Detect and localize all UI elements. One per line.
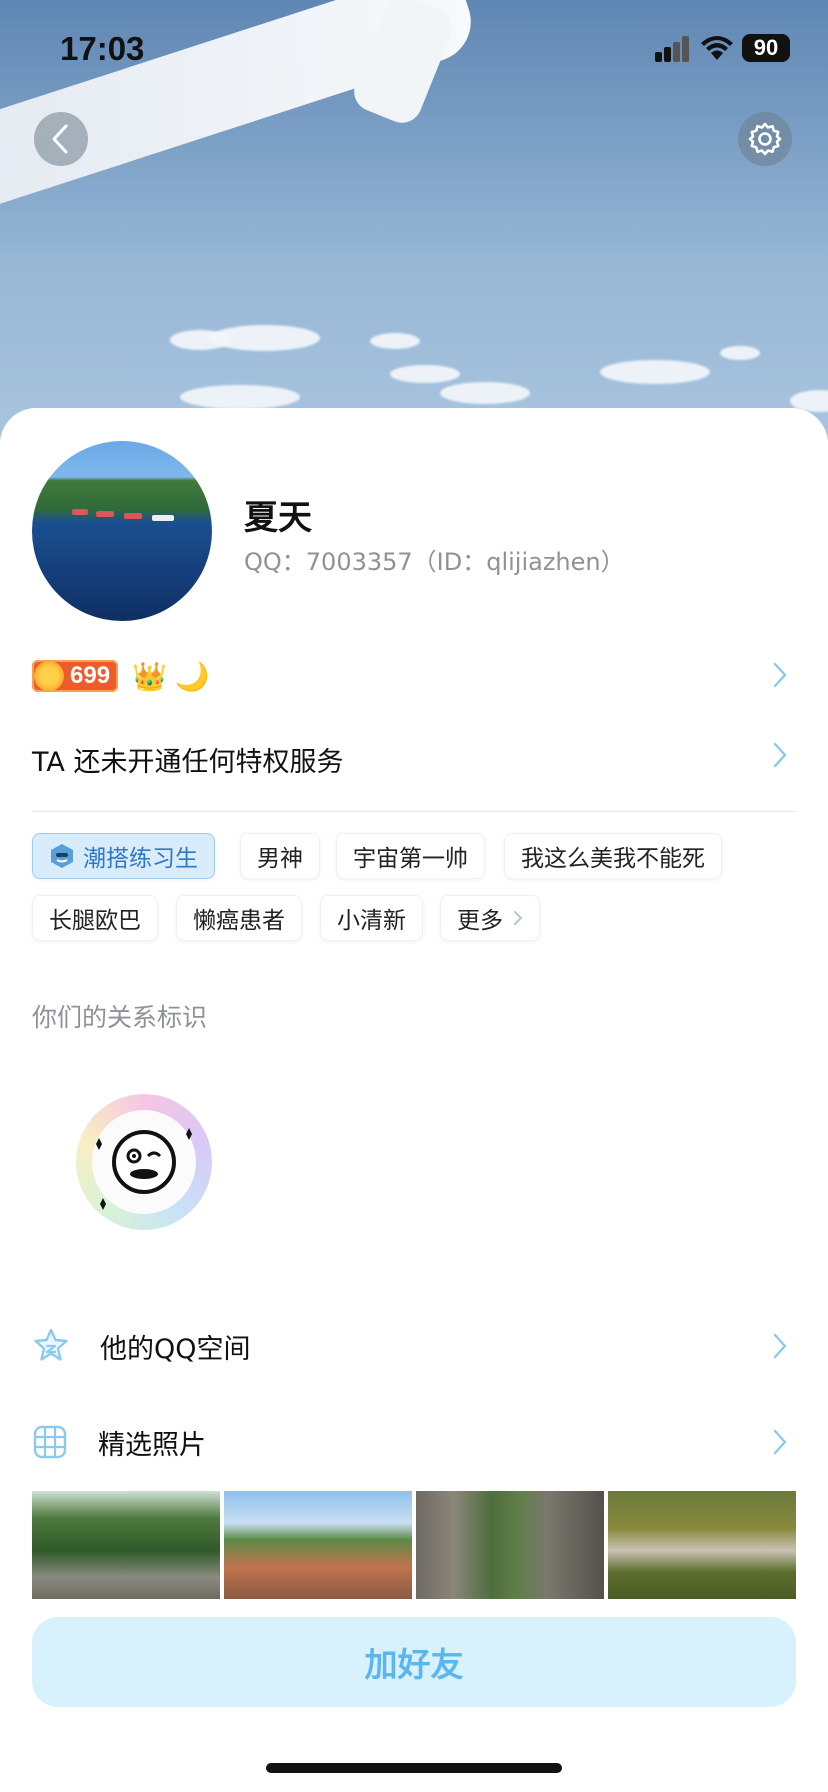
moon-icon: 🌙	[174, 659, 210, 693]
chevron-right-icon	[514, 911, 523, 925]
more-tags-label: 更多	[457, 908, 503, 934]
relationship-label: 你们的关系标识	[32, 1003, 208, 1032]
tag[interactable]: 男神	[240, 833, 320, 879]
back-chevron-icon	[52, 124, 68, 154]
avatar[interactable]	[32, 441, 212, 621]
status-bar: 17:03 90	[0, 0, 828, 100]
tag[interactable]: 小清新	[320, 895, 423, 941]
chevron-right-icon[interactable]	[772, 741, 788, 769]
add-friend-button[interactable]: 加好友	[32, 1617, 796, 1707]
settings-button[interactable]	[738, 112, 792, 166]
profile-name: 夏天	[244, 498, 312, 538]
tag[interactable]: 宇宙第一帅	[336, 833, 485, 879]
qzone-row[interactable]: 他的QQ空间	[32, 1316, 796, 1376]
photo-thumbnail[interactable]	[224, 1491, 412, 1599]
privilege-status[interactable]: TA 还未开通任何特权服务	[32, 740, 343, 779]
photo-thumbnail[interactable]	[608, 1491, 796, 1599]
level-number: 699	[70, 662, 111, 689]
gear-icon	[748, 122, 782, 156]
tag[interactable]: 我这么美我不能死	[504, 833, 722, 879]
sun-coin-icon	[34, 661, 64, 691]
home-indicator	[266, 1763, 562, 1773]
smiley-face-icon	[96, 1128, 192, 1210]
tag[interactable]: 懒癌患者	[176, 895, 302, 941]
chevron-right-icon[interactable]	[772, 1332, 788, 1360]
level-badges[interactable]: 699 👑 🌙	[32, 656, 210, 696]
photo-thumbnail[interactable]	[32, 1491, 220, 1599]
back-button[interactable]	[34, 112, 88, 166]
photo-thumbnail[interactable]	[416, 1491, 604, 1599]
wifi-icon	[701, 36, 733, 60]
level-badge: 699	[32, 660, 119, 692]
qzone-label: 他的QQ空间	[100, 1333, 251, 1365]
divider	[32, 811, 796, 812]
chevron-right-icon[interactable]	[772, 1428, 788, 1456]
featured-photos-row[interactable]: 精选照片	[32, 1412, 796, 1472]
more-tags-button[interactable]: 更多	[440, 895, 540, 941]
tag-label: 潮搭练习生	[83, 846, 198, 872]
status-time: 17:03	[60, 30, 145, 67]
crown-icon: 👑	[132, 659, 167, 693]
featured-photos-label: 精选照片	[98, 1429, 206, 1461]
profile-screen: 17:03 90 夏天 QQ：7003357（ID：qlijiazhen） 69…	[0, 0, 828, 1792]
relationship-stamp-icon[interactable]	[76, 1094, 212, 1230]
tag[interactable]: 长腿欧巴	[32, 895, 158, 941]
battery-indicator: 90	[742, 34, 790, 62]
cellular-signal-icon	[655, 36, 691, 62]
grid-icon	[33, 1425, 67, 1459]
tag-primary[interactable]: 潮搭练习生	[32, 833, 215, 879]
qq-number: QQ：7003357（ID：qlijiazhen）	[244, 548, 625, 576]
badge-icon	[51, 844, 73, 868]
star-icon	[34, 1328, 68, 1361]
photo-strip	[32, 1491, 796, 1599]
chevron-right-icon[interactable]	[772, 661, 788, 689]
